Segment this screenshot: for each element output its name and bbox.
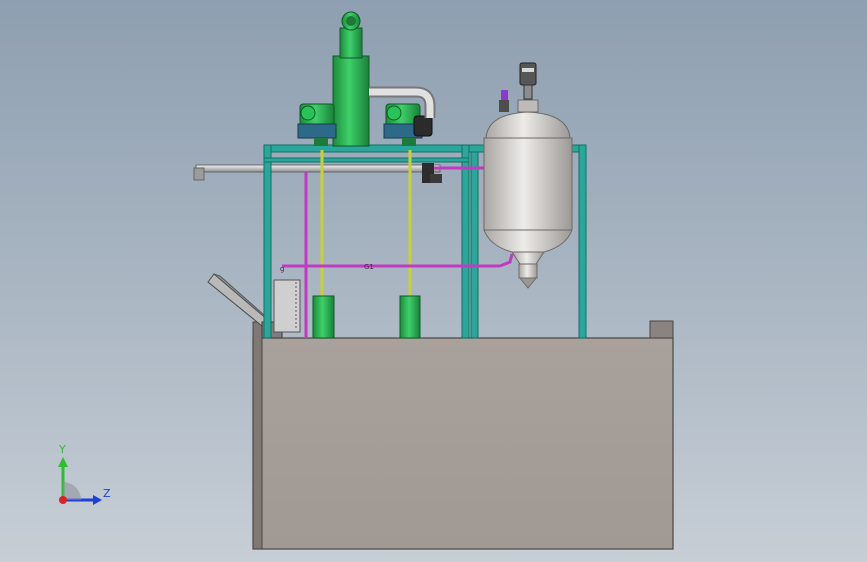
mixing-tank — [483, 99, 573, 289]
gear-motor-left — [297, 103, 337, 146]
tank-nozzle — [499, 90, 509, 112]
pump-right — [399, 295, 421, 339]
z-axis-label: Z — [103, 487, 111, 500]
pipe-tag-mid: G1 — [364, 263, 374, 271]
axis-triad — [58, 457, 102, 505]
feed-hopper — [273, 279, 301, 333]
screw-conveyor — [193, 164, 441, 181]
y-axis-label: Y — [58, 443, 66, 456]
cad-viewport[interactable]: g G1 Y Z — [0, 0, 867, 562]
agitator-motor — [519, 62, 537, 100]
pump-left — [312, 295, 335, 339]
assembly-drawing: g G1 Y Z — [58, 11, 674, 550]
green-column — [332, 11, 370, 147]
base-tank — [252, 320, 674, 550]
pipe-tag-left: g — [280, 265, 284, 273]
drive-shafts — [320, 150, 412, 300]
y-arrowhead — [58, 457, 68, 467]
z-arrowhead — [93, 495, 102, 505]
origin-dot — [59, 496, 67, 504]
